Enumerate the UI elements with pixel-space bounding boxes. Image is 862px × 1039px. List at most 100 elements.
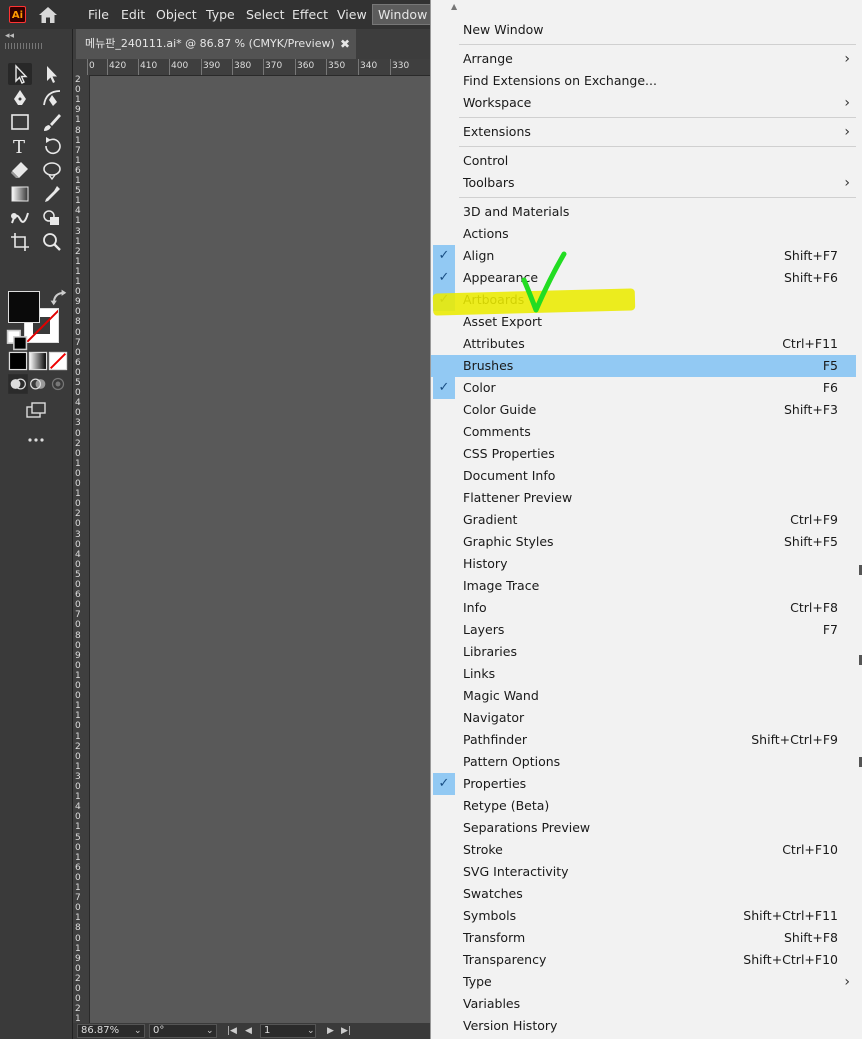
close-document-icon[interactable]: ✖ bbox=[340, 29, 350, 59]
menu-view[interactable]: View bbox=[337, 0, 367, 29]
menu-item-separations-preview[interactable]: Separations Preview bbox=[431, 817, 856, 839]
menu-select[interactable]: Select bbox=[246, 0, 285, 29]
selection-tool-icon[interactable] bbox=[8, 63, 32, 85]
menu-item-flattener-preview[interactable]: Flattener Preview bbox=[431, 487, 856, 509]
type-tool-icon[interactable]: T bbox=[8, 135, 32, 158]
blend-tool-icon[interactable] bbox=[8, 207, 32, 229]
zoom-tool-icon[interactable] bbox=[40, 231, 64, 253]
curvature-tool-icon[interactable] bbox=[40, 87, 64, 109]
menu-item-swatches[interactable]: Swatches bbox=[431, 883, 856, 905]
menu-item-links[interactable]: Links bbox=[431, 663, 856, 685]
menu-item-attributes[interactable]: Attributes Ctrl+F11 bbox=[431, 333, 856, 355]
menu-item-graphic-styles[interactable]: Graphic Styles Shift+F5 bbox=[431, 531, 856, 553]
last-artboard-icon[interactable]: ▶| bbox=[341, 1023, 351, 1039]
draw-normal-icon[interactable] bbox=[6, 373, 28, 394]
menu-item-pathfinder[interactable]: Pathfinder Shift+Ctrl+F9 bbox=[431, 729, 856, 751]
menu-item-comments[interactable]: Comments bbox=[431, 421, 856, 443]
menu-item-align[interactable]: ✓ Align Shift+F7 bbox=[431, 245, 856, 267]
menu-item-brushes[interactable]: Brushes F5 bbox=[431, 355, 856, 377]
vertical-ruler[interactable]: 2019181716151413121110908070605040302010… bbox=[73, 75, 90, 1023]
menu-file[interactable]: File bbox=[88, 0, 109, 29]
gradient-mode-icon[interactable] bbox=[26, 350, 48, 371]
collapse-toolbar-icon[interactable]: ◂◂ bbox=[5, 31, 14, 41]
menu-item-pattern-options[interactable]: Pattern Options bbox=[431, 751, 856, 773]
menu-item-color-guide[interactable]: Color Guide Shift+F3 bbox=[431, 399, 856, 421]
menu-item-retype-beta[interactable]: Retype (Beta) bbox=[431, 795, 856, 817]
draw-inside-icon[interactable] bbox=[46, 373, 65, 391]
default-fill-stroke-icon[interactable] bbox=[5, 329, 28, 351]
first-artboard-icon[interactable]: |◀ bbox=[227, 1023, 237, 1039]
menu-item-libraries[interactable]: Libraries bbox=[431, 641, 856, 663]
menu-item-transparency[interactable]: Transparency Shift+Ctrl+F10 bbox=[431, 949, 856, 971]
rotation-dropdown-icon[interactable]: ⌄ bbox=[206, 1023, 214, 1039]
scroll-up-icon[interactable]: ▲ bbox=[451, 2, 457, 11]
horizontal-ruler[interactable]: 0 420 410 400 390 380 370 360 350 340 330 bbox=[73, 59, 430, 76]
menu-item-find-extensions-on-exchange[interactable]: Find Extensions on Exchange... bbox=[431, 70, 856, 92]
menu-item-svg-interactivity[interactable]: SVG Interactivity bbox=[431, 861, 856, 883]
edit-toolbar-icon[interactable] bbox=[24, 429, 48, 443]
menu-item-image-trace[interactable]: Image Trace bbox=[431, 575, 856, 597]
menu-effect[interactable]: Effect bbox=[292, 0, 328, 29]
ruler-tick bbox=[169, 59, 170, 75]
artboard-dropdown-icon[interactable]: ⌄ bbox=[307, 1023, 315, 1039]
menu-item-type[interactable]: Type › bbox=[431, 971, 856, 993]
change-screen-mode-icon[interactable] bbox=[24, 400, 48, 422]
gradient-tool-icon[interactable] bbox=[8, 183, 32, 205]
menu-item-version-history[interactable]: Version History bbox=[431, 1015, 856, 1037]
direct-selection-tool-icon[interactable] bbox=[40, 63, 64, 85]
toolbar-grip[interactable] bbox=[5, 43, 43, 49]
menu-item-shortcut: F7 bbox=[822, 622, 838, 637]
menu-item-navigator[interactable]: Navigator bbox=[431, 707, 856, 729]
menu-item-document-info[interactable]: Document Info bbox=[431, 465, 856, 487]
rectangle-tool-icon[interactable] bbox=[8, 111, 32, 133]
paintbrush-tool-icon[interactable] bbox=[40, 111, 64, 133]
menu-item-new-window[interactable]: New Window bbox=[431, 19, 856, 41]
eraser-tool-icon[interactable] bbox=[8, 159, 32, 181]
menu-item-toolbars[interactable]: Toolbars › bbox=[431, 172, 856, 194]
menu-item-stroke[interactable]: Stroke Ctrl+F10 bbox=[431, 839, 856, 861]
menu-item-transform[interactable]: Transform Shift+F8 bbox=[431, 927, 856, 949]
menu-edit[interactable]: Edit bbox=[121, 0, 145, 29]
menu-window[interactable]: Window bbox=[372, 4, 434, 25]
menu-item-arrange[interactable]: Arrange › bbox=[431, 48, 856, 70]
menu-item-layers[interactable]: Layers F7 bbox=[431, 619, 856, 641]
ruler-digit: 5 bbox=[75, 832, 81, 843]
menu-item-gradient[interactable]: Gradient Ctrl+F9 bbox=[431, 509, 856, 531]
menu-item-appearance[interactable]: ✓ Appearance Shift+F6 bbox=[431, 267, 856, 289]
home-icon[interactable] bbox=[38, 6, 58, 24]
menu-item-css-properties[interactable]: CSS Properties bbox=[431, 443, 856, 465]
previous-artboard-icon[interactable]: ◀ bbox=[245, 1023, 252, 1039]
rotate-tool-icon[interactable] bbox=[40, 135, 64, 157]
color-mode-icon[interactable] bbox=[6, 350, 28, 371]
fill-color-swatch[interactable] bbox=[8, 291, 40, 323]
eyedropper-tool-icon[interactable] bbox=[40, 183, 64, 205]
pen-tool-icon[interactable] bbox=[8, 87, 32, 109]
menu-item-symbols[interactable]: Symbols Shift+Ctrl+F11 bbox=[431, 905, 856, 927]
menu-item-3d-and-materials[interactable]: 3D and Materials bbox=[431, 201, 856, 223]
swap-fill-stroke-icon[interactable] bbox=[48, 288, 67, 306]
menu-item-variables[interactable]: Variables bbox=[431, 993, 856, 1015]
none-mode-icon[interactable] bbox=[46, 350, 68, 371]
draw-behind-icon[interactable] bbox=[26, 373, 46, 391]
menu-item-properties[interactable]: ✓ Properties bbox=[431, 773, 856, 795]
zoom-dropdown-icon[interactable]: ⌄ bbox=[134, 1023, 142, 1039]
menu-item-magic-wand[interactable]: Magic Wand bbox=[431, 685, 856, 707]
menu-item-info[interactable]: Info Ctrl+F8 bbox=[431, 597, 856, 619]
artboard-tool-icon[interactable] bbox=[8, 231, 32, 253]
ruler-tick bbox=[201, 59, 202, 75]
menu-item-control[interactable]: Control bbox=[431, 150, 856, 172]
puppet-warp-tool-icon[interactable] bbox=[40, 159, 64, 181]
menu-type[interactable]: Type bbox=[206, 0, 235, 29]
menu-item-workspace[interactable]: Workspace › bbox=[431, 92, 856, 114]
menu-item-color[interactable]: ✓ Color F6 bbox=[431, 377, 856, 399]
menu-item-asset-export[interactable]: Asset Export bbox=[431, 311, 856, 333]
shape-builder-tool-icon[interactable] bbox=[40, 207, 64, 229]
menu-item-extensions[interactable]: Extensions › bbox=[431, 121, 856, 143]
menu-item-actions[interactable]: Actions bbox=[431, 223, 856, 245]
menu-item-history[interactable]: History bbox=[431, 553, 856, 575]
menu-object[interactable]: Object bbox=[156, 0, 197, 29]
next-artboard-icon[interactable]: ▶ bbox=[327, 1023, 334, 1039]
ruler-digit: 1 bbox=[75, 256, 81, 267]
document-tab[interactable]: 메뉴판_240111.ai* @ 86.87 % (CMYK/Preview) bbox=[76, 29, 356, 59]
artboard-canvas[interactable] bbox=[90, 76, 430, 1023]
